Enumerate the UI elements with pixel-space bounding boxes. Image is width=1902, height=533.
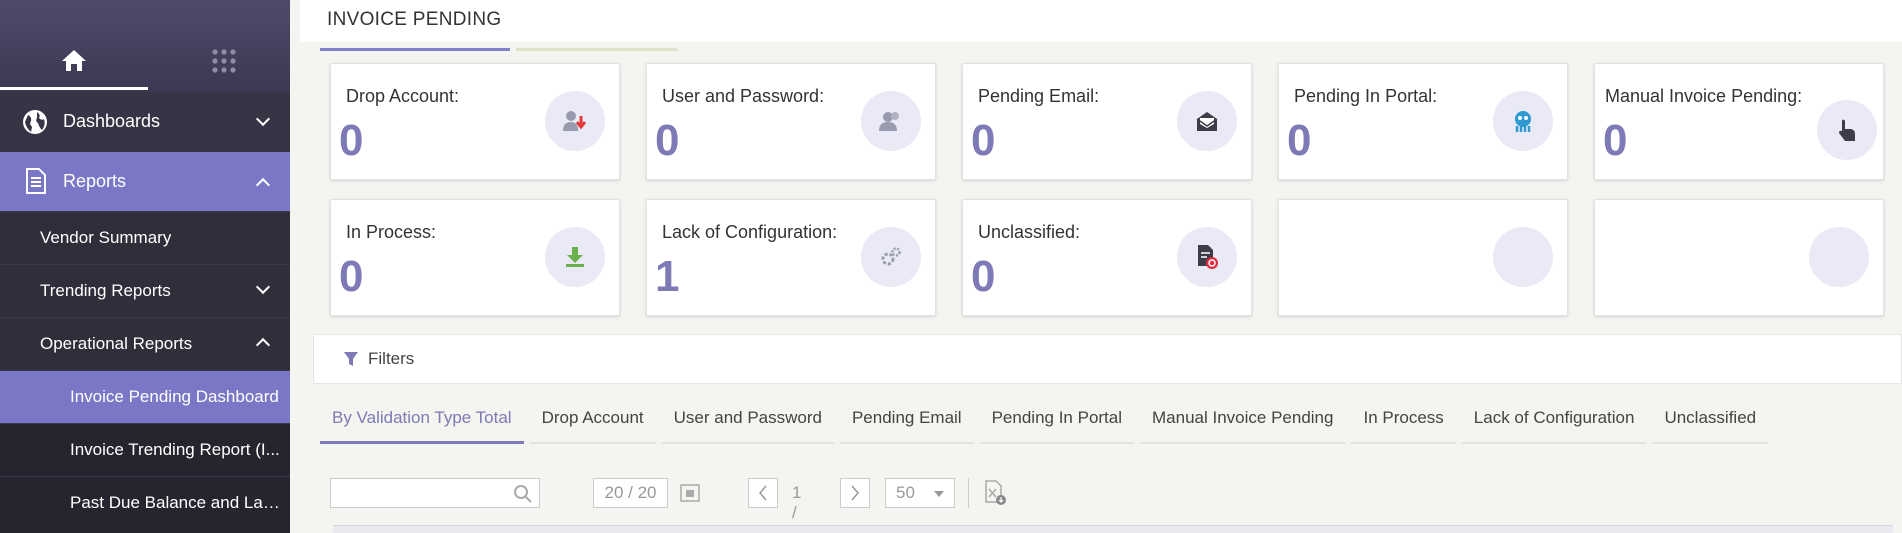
title-underline [320,48,510,51]
card-value: 0 [971,252,996,301]
hand-pointer-icon [1817,100,1877,160]
card-label: Lack of Configuration: [662,222,838,242]
users-icon [861,91,921,151]
tab-pending-in-portal[interactable]: Pending In Portal [979,400,1135,444]
tab-in-process[interactable]: In Process [1351,400,1456,444]
card-label: In Process: [346,222,437,242]
submenu-label: Past Due Balance and Lat... [70,493,280,512]
caret-down-icon [934,491,944,497]
card-value: 0 [1287,116,1312,165]
card-label: Pending In Portal: [1294,86,1438,106]
page-title: INVOICE PENDING [327,9,502,30]
chevron-right-icon [851,485,859,501]
card-pending-email[interactable]: Pending Email: 0 [962,63,1252,180]
user-download-icon [545,91,605,151]
submenu-label: Operational Reports [40,334,193,353]
card-value: 0 [339,116,364,165]
menu-reports[interactable]: Reports [0,152,290,211]
card-lack-of-configuration[interactable]: Lack of Configuration: 1 [646,199,936,316]
menu-dashboards[interactable]: Dashboards [0,92,290,152]
card-value: 0 [339,252,364,301]
empty-icon-circle [1493,227,1553,287]
card-value: 0 [1603,116,1628,165]
card-label: Pending Email: [978,86,1100,106]
filters-label: Filters [368,349,415,368]
record-count: 20 / 20 [593,478,668,508]
document-icon [26,168,46,194]
download-icon [545,227,605,287]
next-page-button[interactable] [840,478,870,508]
submenu-trending-reports[interactable]: Trending Reports [0,264,290,317]
main-content: INVOICE PENDING Drop Account: 0 User and… [300,0,1902,533]
card-manual-invoice-pending[interactable]: Manual Invoice Pending: 0 [1594,63,1884,180]
submenu-vendor-summary[interactable]: Vendor Summary [0,211,290,264]
tab-manual-invoice-pending[interactable]: Manual Invoice Pending [1140,400,1346,444]
submenu-operational-reports[interactable]: Operational Reports [0,317,290,370]
robot-icon [1493,91,1553,151]
page-size-value: 50 [896,483,915,502]
card-label: User and Password: [662,86,825,106]
card-label: Drop Account: [346,86,460,106]
tab-lack-of-configuration[interactable]: Lack of Configuration [1461,400,1647,444]
apps-tab[interactable] [150,48,290,90]
submenu-label: Trending Reports [40,281,171,300]
submenu-past-due-balance[interactable]: Past Due Balance and Lat... [0,476,290,533]
card-in-process[interactable]: In Process: 0 [330,199,620,316]
home-icon [62,50,86,71]
prev-page-button[interactable] [748,478,778,508]
card-empty [1278,199,1568,316]
file-alert-icon [1177,227,1237,287]
tab-user-and-password[interactable]: User and Password [661,400,834,444]
home-tab[interactable] [0,48,148,90]
card-pending-in-portal[interactable]: Pending In Portal: 0 [1278,63,1568,180]
sidebar-header [0,0,290,92]
title-underline-secondary [516,48,678,51]
toolbar-divider [968,478,969,508]
title-bar: INVOICE PENDING [300,0,1902,42]
submenu-label: Vendor Summary [40,228,172,247]
table-header [333,525,1893,533]
filters-panel[interactable]: Filters [313,334,1902,384]
card-unclassified[interactable]: Unclassified: 0 [962,199,1252,316]
card-label: Manual Invoice Pending: [1605,86,1803,106]
chevron-down-icon [255,279,271,295]
excel-export-icon [985,480,1006,505]
apps-grid-icon [212,49,236,73]
menu-reports-label: Reports [63,171,127,191]
card-drop-account[interactable]: Drop Account: 0 [330,63,620,180]
pin-icon[interactable] [675,478,705,508]
page-size-select[interactable]: 50 [885,478,955,508]
tab-pending-email[interactable]: Pending Email [839,400,974,444]
card-value: 1 [655,252,680,301]
tab-unclassified[interactable]: Unclassified [1652,400,1769,444]
card-user-and-password[interactable]: User and Password: 0 [646,63,936,180]
chevron-down-icon [255,111,271,127]
gears-icon [861,227,921,287]
submenu-label: Invoice Pending Dashboard [70,387,279,406]
tab-by-validation-type-total[interactable]: By Validation Type Total [320,400,524,444]
card-empty [1594,199,1884,316]
chevron-left-icon [759,485,767,501]
tab-drop-account[interactable]: Drop Account [529,400,656,444]
search-icon [514,485,532,503]
card-label: Unclassified: [978,222,1081,242]
filter-icon [344,352,358,366]
globe-icon [23,110,47,134]
card-value: 0 [971,116,996,165]
menu-dashboards-label: Dashboards [63,111,161,131]
tab-bar: By Validation Type Total Drop Account Us… [320,400,1774,444]
chevron-up-icon [255,177,271,193]
submenu-invoice-pending-dashboard[interactable]: Invoice Pending Dashboard [0,370,290,423]
sidebar: Dashboards Reports Vendor Summary Trendi… [0,0,290,533]
envelope-icon [1177,91,1237,151]
card-value: 0 [655,116,680,165]
chevron-up-icon [255,337,271,353]
export-excel-button[interactable] [980,478,1010,508]
empty-icon-circle [1809,227,1869,287]
submenu-label: Invoice Trending Report (I... [70,440,280,459]
submenu-invoice-trending-report[interactable]: Invoice Trending Report (I... [0,423,290,476]
search-input[interactable] [330,478,540,508]
